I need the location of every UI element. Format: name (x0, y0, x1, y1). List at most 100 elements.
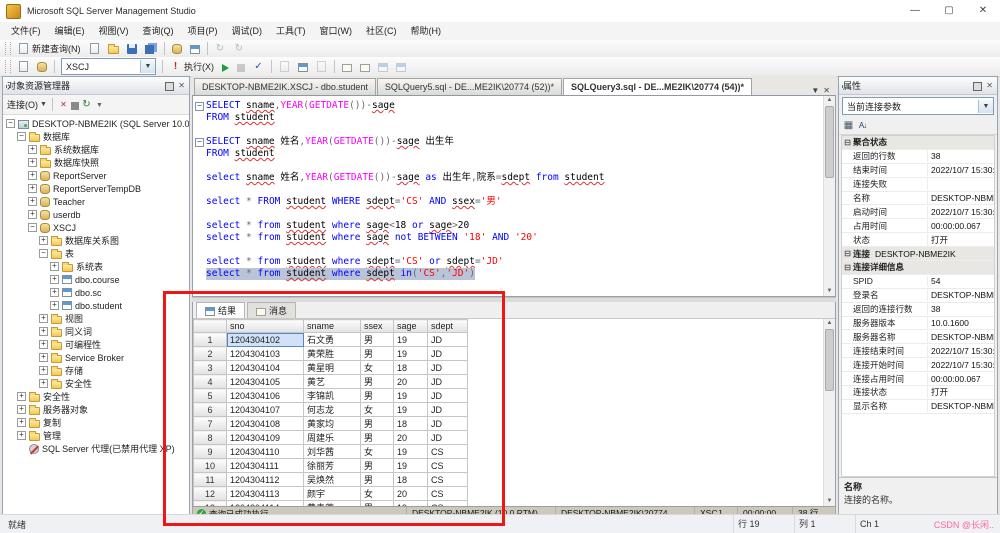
table-cell[interactable]: JD (428, 403, 468, 417)
expander-icon[interactable]: − (17, 132, 26, 141)
property-row[interactable]: 结束时间2022/10/7 15:30:54 (842, 164, 994, 178)
uncomment-button[interactable] (356, 60, 374, 74)
stop-icon[interactable] (71, 102, 79, 110)
row-header[interactable]: 3 (194, 361, 227, 375)
redo-button[interactable] (230, 41, 249, 57)
menu-item[interactable]: 调试(D) (225, 22, 270, 40)
table-cell[interactable]: 1204304112 (227, 473, 304, 487)
database-combo[interactable]: XSCJ ▼ (61, 58, 156, 75)
property-row[interactable]: 返回的连接行数38 (842, 303, 994, 317)
table-cell[interactable]: 1204304102 (227, 333, 304, 347)
menu-item[interactable]: 查询(Q) (136, 22, 181, 40)
disconnect-icon[interactable] (58, 99, 69, 111)
tree-item[interactable]: +ReportServerTempDB (3, 182, 189, 195)
menu-item[interactable]: 社区(C) (359, 22, 404, 40)
property-row[interactable]: 返回的行数38 (842, 150, 994, 164)
table-cell[interactable]: CS (428, 445, 468, 459)
table-cell[interactable]: 1204304107 (227, 403, 304, 417)
table-cell[interactable]: 男 (361, 431, 394, 445)
table-cell[interactable]: 男 (361, 375, 394, 389)
row-header[interactable]: 4 (194, 375, 227, 389)
connect-button[interactable]: 连接(O) ▼ (7, 98, 47, 111)
table-cell[interactable]: 吴焕然 (304, 473, 361, 487)
save-button[interactable] (123, 41, 141, 56)
expander-icon[interactable]: + (28, 158, 37, 167)
tab-list-icon[interactable]: ▼ (811, 86, 819, 95)
table-cell[interactable]: 18 (394, 417, 428, 431)
pin-icon[interactable] (973, 82, 982, 91)
collapse-icon[interactable]: − (195, 138, 204, 147)
save-all-button[interactable] (141, 41, 161, 56)
tree-item[interactable]: +可编程性 (3, 338, 189, 351)
property-row[interactable]: 登录名DESKTOP-NBME2IK (842, 289, 994, 303)
table-cell[interactable]: 黄青莲 (304, 501, 361, 507)
table-cell[interactable]: 1204304106 (227, 389, 304, 403)
scroll-up-icon[interactable]: ▲ (827, 96, 833, 105)
table-cell[interactable]: 李锦凯 (304, 389, 361, 403)
table-cell[interactable]: 黄家均 (304, 417, 361, 431)
collapse-icon[interactable]: − (195, 102, 204, 111)
table-cell[interactable]: 19 (394, 459, 428, 473)
table-cell[interactable]: 刘华茜 (304, 445, 361, 459)
tree-item[interactable]: +服务器对象 (3, 403, 189, 416)
table-cell[interactable]: JD (428, 333, 468, 347)
property-row[interactable]: 启动时间2022/10/7 15:30:54 (842, 205, 994, 219)
table-cell[interactable]: 黄艺 (304, 375, 361, 389)
row-header[interactable]: 10 (194, 459, 227, 473)
property-row[interactable]: 名称DESKTOP-NBME2IK (842, 192, 994, 206)
table-cell[interactable]: 19 (394, 445, 428, 459)
undo-button[interactable] (211, 41, 230, 57)
tree-item[interactable]: SQL Server 代理(已禁用代理 XP) (3, 442, 189, 455)
activity-monitor-button[interactable] (186, 41, 204, 56)
results-to-file-button[interactable] (312, 59, 331, 74)
expander-icon[interactable]: + (39, 314, 48, 323)
close-document-icon[interactable]: ✕ (823, 86, 830, 95)
property-row[interactable]: 占用时间00:00:00.067 (842, 219, 994, 233)
table-cell[interactable]: 男 (361, 333, 394, 347)
expander-icon[interactable]: − (39, 249, 48, 258)
parse-button[interactable] (249, 59, 268, 75)
indent-button[interactable] (374, 59, 392, 74)
expander-icon[interactable]: + (17, 431, 26, 440)
new-database-button[interactable] (168, 41, 186, 56)
table-cell[interactable]: 男 (361, 459, 394, 473)
table-cell[interactable]: 黄星明 (304, 361, 361, 375)
document-tab[interactable]: DESKTOP-NBME2IK.XSCJ - dbo.student (194, 78, 376, 95)
menu-item[interactable]: 视图(V) (92, 22, 136, 40)
expander-icon[interactable]: ⊟ (842, 138, 853, 147)
expander-icon[interactable]: + (28, 210, 37, 219)
menu-item[interactable]: 文件(F) (4, 22, 48, 40)
tab-results[interactable]: 结果 (196, 302, 245, 318)
expander-icon[interactable]: + (17, 392, 26, 401)
property-group-row[interactable]: ⊟连接详细信息 (842, 261, 994, 275)
table-cell[interactable]: 1204304110 (227, 445, 304, 459)
filter-icon[interactable] (94, 99, 105, 111)
expander-icon[interactable]: − (28, 223, 37, 232)
property-row[interactable]: SPID54 (842, 275, 994, 289)
column-header[interactable]: ssex (361, 320, 394, 333)
table-cell[interactable]: 男 (361, 347, 394, 361)
categorized-icon[interactable] (843, 120, 854, 132)
results-scrollbar[interactable]: ▲ ▼ (823, 319, 835, 506)
expander-icon[interactable]: + (50, 301, 59, 310)
expander-icon[interactable]: − (6, 119, 15, 128)
new-file-button[interactable] (85, 41, 104, 56)
table-cell[interactable]: 男 (361, 501, 394, 507)
tree-item[interactable]: +dbo.student (3, 299, 189, 312)
table-cell[interactable]: JD (428, 375, 468, 389)
table-cell[interactable]: JD (428, 417, 468, 431)
tree-item[interactable]: +Service Broker (3, 351, 189, 364)
tree-item[interactable]: +系统表 (3, 260, 189, 273)
expander-icon[interactable]: + (50, 262, 59, 271)
table-cell[interactable]: 颜宇 (304, 487, 361, 501)
table-cell[interactable]: 徐丽芳 (304, 459, 361, 473)
table-cell[interactable]: 1204304105 (227, 375, 304, 389)
tree-item[interactable]: −DESKTOP-NBME2IK (SQL Server 10.0.160 (3, 117, 189, 130)
column-header[interactable]: sdept (428, 320, 468, 333)
expander-icon[interactable]: + (50, 288, 59, 297)
table-cell[interactable]: CS (428, 459, 468, 473)
property-row[interactable]: 连接状态打开 (842, 386, 994, 400)
expander-icon[interactable]: + (28, 197, 37, 206)
tab-messages[interactable]: 消息 (247, 302, 296, 318)
table-cell[interactable]: JD (428, 361, 468, 375)
